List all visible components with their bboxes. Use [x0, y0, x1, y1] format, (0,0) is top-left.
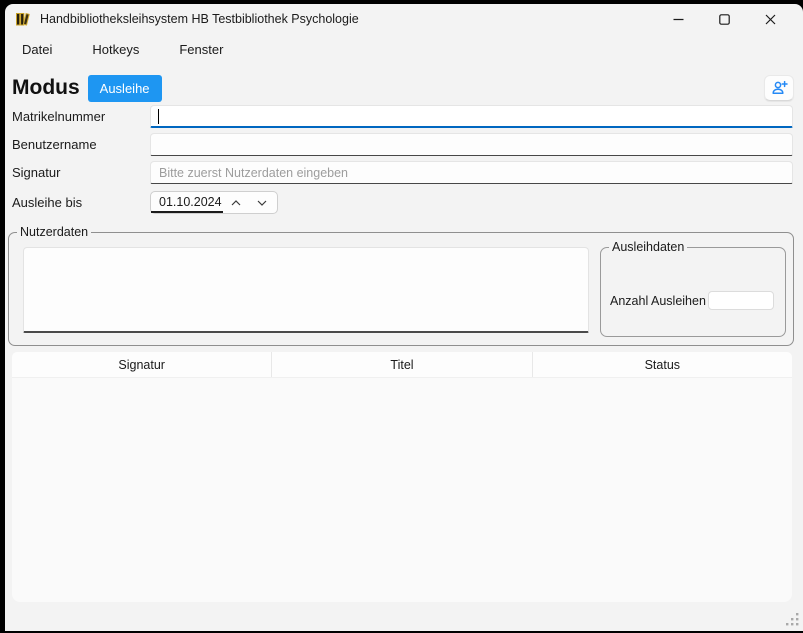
- matrikelnummer-field-wrap: [150, 105, 793, 128]
- date-value-wrap: [151, 192, 223, 213]
- text-caret: [158, 109, 159, 124]
- minimize-button[interactable]: [655, 4, 701, 34]
- chevron-down-icon: [257, 200, 267, 206]
- matrikelnummer-label: Matrikelnummer: [12, 105, 105, 128]
- mode-ausleihe-button[interactable]: Ausleihe: [88, 75, 162, 102]
- maximize-button[interactable]: [701, 4, 747, 34]
- menu-fenster[interactable]: Fenster: [175, 40, 227, 59]
- maximize-icon: [719, 14, 730, 25]
- mode-title: Modus: [12, 76, 80, 100]
- person-add-icon: [771, 80, 788, 96]
- matrikelnummer-input[interactable]: [150, 105, 793, 128]
- close-button[interactable]: [747, 4, 793, 34]
- menu-datei[interactable]: Datei: [18, 40, 56, 59]
- date-increment-button[interactable]: [223, 192, 249, 213]
- window-controls: [655, 4, 793, 34]
- items-table: Signatur Titel Status: [12, 352, 792, 602]
- ausleihe-bis-input[interactable]: [151, 195, 223, 209]
- ausleihe-bis-datepicker: [150, 191, 278, 214]
- column-header-signatur[interactable]: Signatur: [12, 352, 272, 377]
- nutzerdaten-groupbox: Nutzerdaten Ausleihdaten Anzahl Ausleihe…: [8, 232, 794, 346]
- date-decrement-button[interactable]: [249, 192, 275, 213]
- ausleihdaten-groupbox: Ausleihdaten Anzahl Ausleihen: [600, 247, 786, 337]
- benutzername-label: Benutzername: [12, 133, 97, 156]
- table-header: Signatur Titel Status: [12, 352, 792, 377]
- column-header-titel[interactable]: Titel: [272, 352, 532, 377]
- benutzername-field-wrap: [150, 133, 793, 156]
- user-details-textarea[interactable]: [23, 247, 589, 333]
- signatur-field-wrap: [150, 161, 793, 184]
- anzahl-ausleihen-input[interactable]: [708, 291, 774, 310]
- signatur-input[interactable]: [150, 161, 793, 184]
- menu-hotkeys[interactable]: Hotkeys: [88, 40, 143, 59]
- table-body-empty: [12, 377, 792, 602]
- mode-row: Modus Ausleihe: [12, 72, 794, 104]
- minimize-icon: [673, 14, 684, 25]
- books-shelf-icon: [14, 10, 32, 28]
- signatur-label: Signatur: [12, 161, 60, 184]
- ausleihdaten-title: Ausleihdaten: [609, 240, 687, 255]
- close-icon: [765, 14, 776, 25]
- menubar: Datei Hotkeys Fenster: [18, 36, 227, 62]
- resize-grip[interactable]: [784, 611, 800, 627]
- ausleihe-bis-label: Ausleihe bis: [12, 191, 82, 214]
- anzahl-ausleihen-label: Anzahl Ausleihen: [610, 292, 706, 311]
- app-window: Handbibliotheksleihsystem HB Testbibliot…: [5, 4, 803, 631]
- column-header-status[interactable]: Status: [533, 352, 792, 377]
- nutzerdaten-title: Nutzerdaten: [17, 225, 91, 240]
- add-user-button[interactable]: [764, 75, 794, 101]
- window-title: Handbibliotheksleihsystem HB Testbibliot…: [40, 12, 359, 26]
- titlebar: Handbibliotheksleihsystem HB Testbibliot…: [5, 4, 803, 34]
- benutzername-input[interactable]: [150, 133, 793, 156]
- chevron-up-icon: [231, 200, 241, 206]
